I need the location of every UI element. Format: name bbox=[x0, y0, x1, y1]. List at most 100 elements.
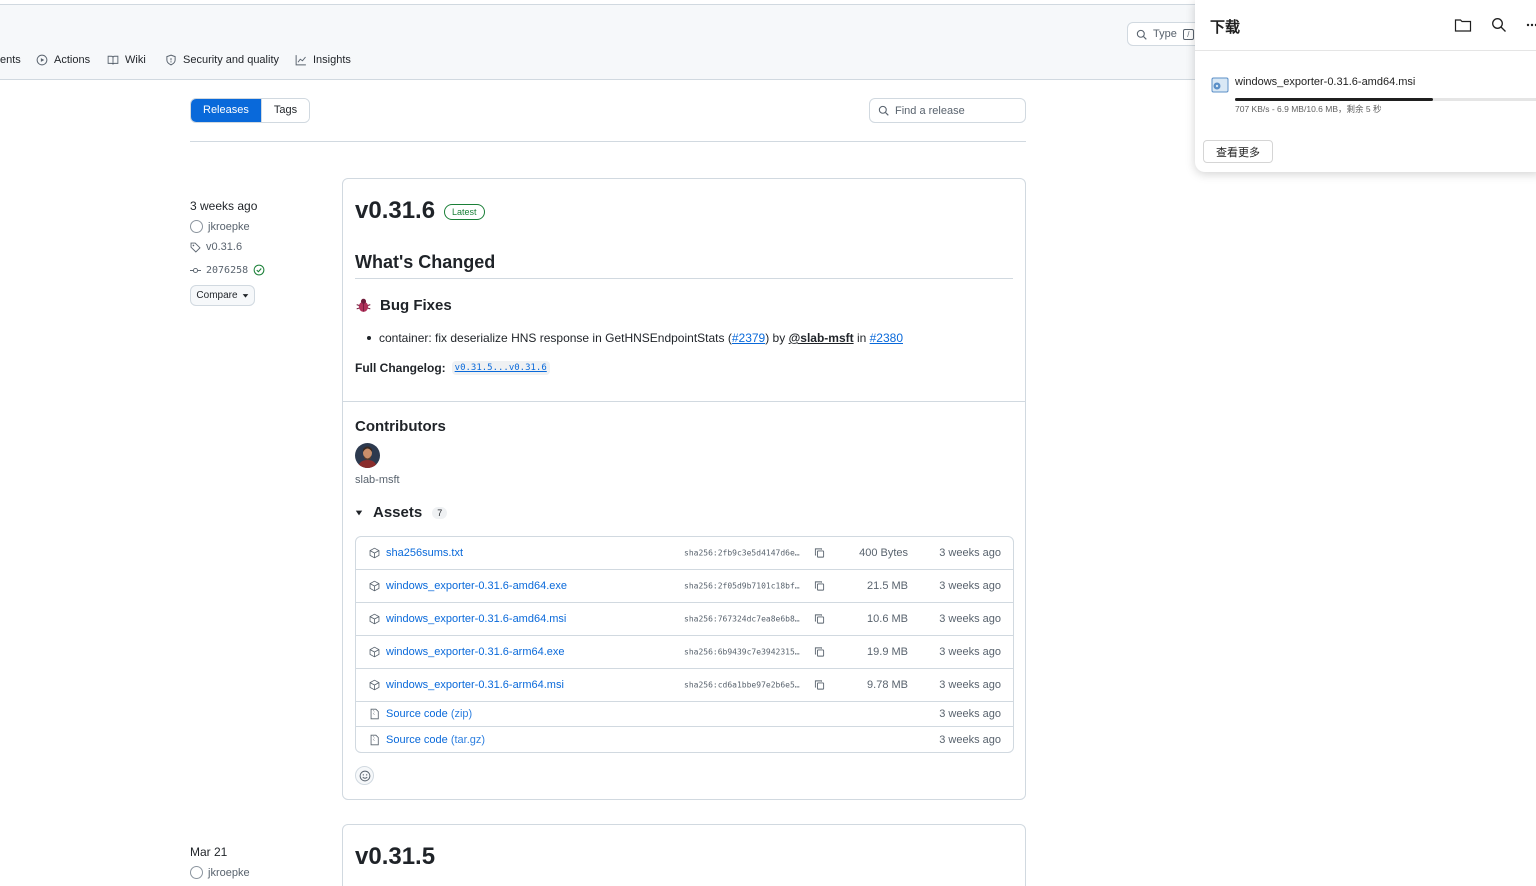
source-label: Source code bbox=[386, 733, 448, 746]
package-icon bbox=[369, 646, 380, 658]
table-row: windows_exporter-0.31.6-amd64.exe sha256… bbox=[356, 570, 1013, 603]
tab-security[interactable]: Security and quality bbox=[165, 54, 279, 66]
asset-size: 10.6 MB bbox=[867, 613, 908, 625]
changes-heading: What's Changed bbox=[355, 252, 496, 272]
package-icon bbox=[369, 580, 380, 592]
bullet-dot bbox=[367, 336, 371, 340]
compare-button[interactable]: Compare bbox=[190, 285, 255, 306]
author-name: jkroepke bbox=[208, 220, 250, 233]
smiley-icon bbox=[359, 770, 370, 781]
tab-actions[interactable]: Actions bbox=[36, 54, 90, 66]
release-date: Mar 21 bbox=[190, 845, 228, 859]
asset-size: 9.78 MB bbox=[867, 679, 908, 691]
table-row: sha256sums.txt sha256:2fb9c3e5d4147d6e… … bbox=[356, 537, 1013, 570]
section-divider bbox=[343, 401, 1025, 402]
contributor-avatar[interactable] bbox=[355, 443, 380, 468]
asset-sha: sha256:767324dc7ea8e6b8… bbox=[684, 614, 800, 624]
asset-time: 3 weeks ago bbox=[939, 547, 1001, 559]
assets-toggle[interactable]: Assets 7 bbox=[355, 504, 448, 521]
shield-icon bbox=[166, 54, 176, 66]
table-row: windows_exporter-0.31.6-arm64.msi sha256… bbox=[356, 669, 1013, 702]
copy-icon[interactable] bbox=[814, 680, 825, 691]
commit-sha: 2076258 bbox=[206, 264, 249, 276]
copy-icon[interactable] bbox=[814, 614, 825, 625]
table-row: Source code (tar.gz) 3 weeks ago bbox=[356, 727, 1013, 752]
asset-size: 19.9 MB bbox=[867, 646, 908, 658]
copy-icon[interactable] bbox=[814, 548, 825, 559]
downloads-title: 下载 bbox=[1210, 19, 1241, 36]
download-progress-bar bbox=[1235, 98, 1433, 101]
release-tag[interactable]: v0.31.6 bbox=[190, 241, 242, 253]
tab-label: Insights bbox=[313, 54, 351, 66]
asset-size: 400 Bytes bbox=[859, 547, 908, 559]
release-author[interactable]: jkroepke bbox=[190, 866, 250, 879]
release-version[interactable]: v0.31.5 bbox=[355, 843, 435, 871]
tab-label: ents bbox=[0, 54, 21, 66]
assets-heading: Assets bbox=[373, 504, 423, 521]
full-changelog: Full Changelog: v0.31.5...v0.31.6 bbox=[355, 361, 550, 375]
source-format: (tar.gz) bbox=[450, 733, 486, 746]
user-mention[interactable]: @slab-msft bbox=[789, 331, 854, 345]
person-icon bbox=[355, 443, 380, 468]
copy-icon[interactable] bbox=[814, 581, 825, 592]
tag-name: v0.31.6 bbox=[206, 241, 243, 253]
release-version[interactable]: v0.31.6 bbox=[355, 197, 435, 225]
tag-icon bbox=[190, 242, 201, 253]
tab-wiki[interactable]: Wiki bbox=[107, 54, 146, 66]
more-icon[interactable] bbox=[1526, 17, 1536, 33]
caret-down-icon bbox=[355, 510, 363, 515]
see-more-button[interactable]: 查看更多 bbox=[1203, 140, 1273, 163]
find-release-input[interactable]: Find a release bbox=[869, 98, 1026, 123]
author-name: jkroepke bbox=[208, 866, 250, 879]
tab-insights[interactable]: Insights bbox=[295, 54, 351, 66]
asset-link[interactable]: sha256sums.txt bbox=[386, 547, 463, 559]
copy-icon[interactable] bbox=[814, 647, 825, 658]
search-icon[interactable] bbox=[1491, 17, 1507, 33]
release-card: v0.31.6 Latest What's Changed Bug Fixes … bbox=[342, 178, 1026, 800]
downloads-panel: 下载 windows_exporter-0.31.6-amd64.msi 707… bbox=[1195, 0, 1536, 172]
asset-time: 3 weeks ago bbox=[939, 708, 1001, 720]
author-avatar bbox=[190, 220, 203, 233]
tab-tags[interactable]: Tags bbox=[260, 99, 310, 122]
search-shortcut: / bbox=[1182, 28, 1194, 40]
assets-table: sha256sums.txt sha256:2fb9c3e5d4147d6e… … bbox=[355, 536, 1014, 753]
release-author[interactable]: jkroepke bbox=[190, 220, 250, 233]
asset-link[interactable]: windows_exporter-0.31.6-arm64.exe bbox=[386, 646, 565, 658]
asset-link[interactable]: windows_exporter-0.31.6-amd64.exe bbox=[386, 580, 567, 592]
changelog-link[interactable]: v0.31.5...v0.31.6 bbox=[451, 361, 550, 375]
download-status: 707 KB/s - 6.9 MB/10.6 MB，剩余 5 秒 bbox=[1235, 104, 1382, 114]
asset-time: 3 weeks ago bbox=[939, 646, 1001, 658]
commit-icon bbox=[190, 267, 201, 273]
pr2-link[interactable]: #2380 bbox=[870, 331, 903, 345]
asset-size: 21.5 MB bbox=[867, 580, 908, 592]
asset-sha: sha256:cd6a1bbe97e2b6e5… bbox=[684, 680, 800, 690]
tab-label: Wiki bbox=[125, 54, 146, 66]
divider bbox=[190, 141, 1026, 142]
book-icon bbox=[107, 55, 119, 65]
download-filename[interactable]: windows_exporter-0.31.6-amd64.msi bbox=[1235, 76, 1415, 88]
asset-sha: sha256:6b9439c7e3942315… bbox=[684, 647, 800, 657]
tab-environments[interactable]: ents bbox=[0, 54, 21, 66]
pr-link[interactable]: #2379 bbox=[732, 331, 765, 345]
source-zip-link[interactable]: Source code (zip) bbox=[386, 708, 472, 720]
changelog-label: Full Changelog: bbox=[355, 361, 446, 375]
asset-time: 3 weeks ago bbox=[939, 613, 1001, 625]
change-by: ) by bbox=[765, 331, 789, 345]
bug-fixes-heading: Bug Fixes bbox=[355, 297, 452, 314]
list-item: container: fix deserialize HNS response … bbox=[367, 331, 903, 345]
source-targz-link[interactable]: Source code (tar.gz) bbox=[386, 734, 485, 746]
tab-releases[interactable]: Releases bbox=[191, 99, 261, 122]
change-in: in bbox=[853, 331, 870, 345]
check-circle-icon bbox=[253, 264, 265, 276]
package-icon bbox=[369, 679, 380, 691]
contributor-name[interactable]: slab-msft bbox=[355, 474, 400, 486]
asset-sha: sha256:2fb9c3e5d4147d6e… bbox=[684, 548, 800, 558]
add-reaction-button[interactable] bbox=[355, 766, 374, 785]
asset-link[interactable]: windows_exporter-0.31.6-arm64.msi bbox=[386, 679, 564, 691]
asset-link[interactable]: windows_exporter-0.31.6-amd64.msi bbox=[386, 613, 566, 625]
release-commit[interactable]: 2076258 bbox=[190, 264, 265, 276]
folder-icon[interactable] bbox=[1454, 17, 1472, 33]
release-date: 3 weeks ago bbox=[190, 199, 258, 213]
bug-icon bbox=[356, 298, 371, 312]
panel-divider bbox=[1195, 50, 1536, 51]
